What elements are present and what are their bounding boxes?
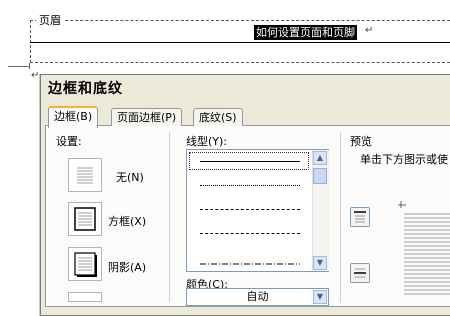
preset-shadow-label[interactable]: 阴影(A) <box>108 259 146 275</box>
line-style-dashed-short[interactable] <box>200 209 300 210</box>
scroll-up-icon[interactable]: ▲ <box>313 151 327 165</box>
tab-shading[interactable]: 底纹(S) <box>193 108 243 126</box>
line-style-dotted[interactable] <box>200 185 300 186</box>
scroll-down-icon[interactable]: ▼ <box>313 256 327 270</box>
top-border-toggle-icon[interactable] <box>350 207 370 227</box>
margin-corner-mark <box>8 66 30 67</box>
header-region-border <box>30 20 450 43</box>
body-paragraph-mark: ↵ <box>31 70 40 81</box>
preset-box-label[interactable]: 方框(X) <box>108 213 146 229</box>
scrollbar-thumb[interactable] <box>313 168 327 184</box>
preset-none-lines-icon <box>77 167 93 184</box>
preset-none-icon[interactable] <box>68 158 102 192</box>
preset-none-label[interactable]: 无(N) <box>116 169 144 185</box>
dialog-title: 边框和底纹 <box>48 81 123 97</box>
color-dropdown-chevron-down-icon[interactable]: ▼ <box>313 290 327 304</box>
line-style-dashed[interactable] <box>200 233 300 234</box>
tab-borders[interactable]: 边框(B) <box>48 106 99 128</box>
line-style-dash-dot[interactable] <box>200 256 300 269</box>
color-select[interactable]: 自动 <box>186 288 329 306</box>
line-style-label: 线型(Y): <box>186 135 228 148</box>
line-style-solid[interactable] <box>200 161 300 162</box>
preset-box-icon[interactable] <box>68 202 102 236</box>
header-text-selected[interactable]: 如何设置页面和页脚 <box>254 25 357 40</box>
preview-hint: 单击下方图示或使 <box>360 153 448 166</box>
preview-divider <box>340 132 341 302</box>
header-bottom-boundary <box>30 62 450 63</box>
preset-shadow-lines-icon <box>74 252 97 277</box>
preset-box-lines-icon <box>74 207 96 231</box>
preset-shadow-icon[interactable] <box>68 247 102 281</box>
middle-border-toggle-icon[interactable] <box>350 263 370 283</box>
preview-page-diagram[interactable] <box>398 200 450 300</box>
header-underline <box>30 42 450 43</box>
header-tag: 页眉 <box>36 12 64 28</box>
preview-label: 预览 <box>350 135 372 148</box>
preset-3d-icon[interactable] <box>68 292 102 302</box>
header-paragraph-mark: ↵ <box>365 25 374 36</box>
setting-divider <box>169 132 170 302</box>
margin-corner-mark-vertical <box>29 63 30 69</box>
tab-page-border[interactable]: 页面边框(P) <box>111 108 183 126</box>
setting-label: 设置: <box>56 135 82 148</box>
